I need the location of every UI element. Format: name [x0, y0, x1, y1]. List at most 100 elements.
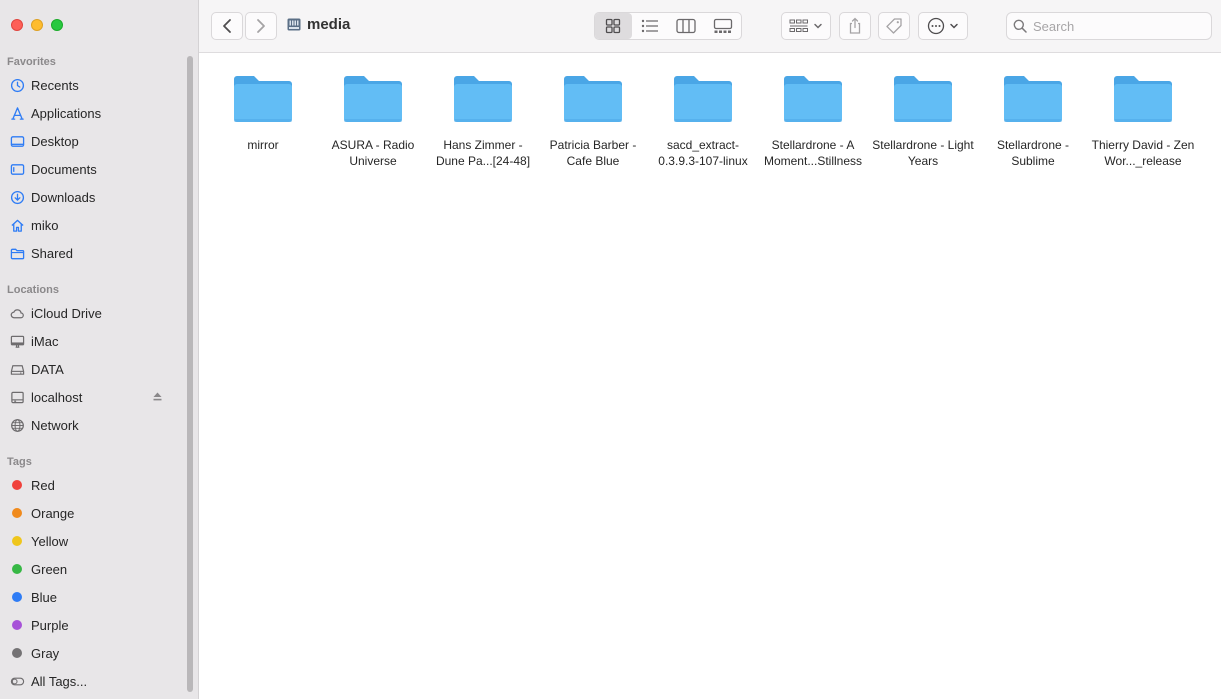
tags-button[interactable]: [878, 12, 910, 40]
tag-dot: [12, 620, 22, 630]
sidebar-item-data[interactable]: DATA: [9, 358, 181, 380]
sidebar-item-imac[interactable]: iMac: [9, 330, 181, 352]
sidebar-scrollbar[interactable]: [187, 56, 193, 692]
folder-label: Patricia Barber - Cafe Blue: [549, 138, 637, 168]
folder-label: Stellardrone - Sublime: [996, 138, 1070, 168]
column-view-button[interactable]: [668, 13, 705, 39]
sidebar-tag-yellow[interactable]: Yellow: [9, 530, 181, 552]
sidebar-item-label: localhost: [31, 389, 83, 405]
chevron-down-icon: [814, 23, 822, 29]
folder-item[interactable]: ASURA - Radio Universe: [321, 71, 425, 169]
sidebar-item-label: Shared: [31, 245, 73, 261]
window-title: media: [287, 16, 350, 33]
forward-button[interactable]: [245, 12, 277, 40]
tag-color-dot-icon: [9, 505, 25, 521]
gallery-icon: [713, 18, 732, 33]
sidebar-item-label: miko: [31, 217, 59, 233]
sidebar-item-label: iMac: [31, 333, 59, 349]
share-button[interactable]: [839, 12, 871, 40]
sidebar-item-label: iCloud Drive: [31, 305, 102, 321]
sidebar-item-icloud-drive[interactable]: iCloud Drive: [9, 302, 181, 324]
folder-icon: [894, 76, 952, 122]
search-field[interactable]: [1006, 12, 1212, 40]
tags-section-title: Tags: [7, 456, 32, 468]
sidebar-tag-green[interactable]: Green: [9, 558, 181, 580]
back-button[interactable]: [211, 12, 243, 40]
sidebar-item-localhost[interactable]: localhost: [9, 386, 181, 408]
sidebar-item-documents[interactable]: Documents: [9, 158, 181, 180]
sidebar-item-label: Network: [31, 417, 79, 433]
folder-item[interactable]: Hans Zimmer - Dune Pa...[24-48]: [431, 71, 535, 169]
server-icon: [9, 389, 25, 405]
tag-color-dot-icon: [9, 617, 25, 633]
sidebar-item-label: Orange: [31, 505, 75, 521]
close-window-button[interactable]: [11, 19, 23, 31]
toolbar: media: [199, 0, 1221, 53]
folder-icon: [564, 76, 622, 122]
folder-label: sacd_extract-0.3.9.3-107-linux: [658, 138, 748, 168]
sidebar-tag-purple[interactable]: Purple: [9, 614, 181, 636]
folder-item[interactable]: Thierry David - Zen Wor..._release: [1091, 71, 1195, 169]
folder-item[interactable]: Stellardrone - A Moment...Stillness: [761, 71, 865, 169]
tag-dot: [12, 648, 22, 658]
sidebar-item-label: Downloads: [31, 189, 96, 205]
group-by-button[interactable]: [781, 12, 831, 40]
tag-dot: [12, 508, 22, 518]
action-menu-button[interactable]: [918, 12, 968, 40]
folder-item[interactable]: mirror: [211, 71, 315, 153]
sidebar-item-label: Purple: [31, 617, 69, 633]
folder-label: mirror: [247, 138, 279, 152]
tag-color-dot-icon: [9, 477, 25, 493]
sidebar-tag-all-tags[interactable]: All Tags...: [9, 670, 181, 692]
sidebar-item-network[interactable]: Network: [9, 414, 181, 436]
sidebar-item-shared[interactable]: Shared: [9, 242, 181, 264]
sidebar-tag-red[interactable]: Red: [9, 474, 181, 496]
sidebar-item-desktop[interactable]: Desktop: [9, 130, 181, 152]
tag-color-dot-icon: [9, 589, 25, 605]
sidebar-item-label: Recents: [31, 77, 79, 93]
sidebar: Favorites Recents Applications Desktop D…: [0, 0, 199, 699]
folder-label: Hans Zimmer - Dune Pa...[24-48]: [435, 138, 531, 168]
zoom-window-button[interactable]: [51, 19, 63, 31]
download-icon: [9, 189, 25, 205]
sidebar-item-downloads[interactable]: Downloads: [9, 186, 181, 208]
tag-color-dot-icon: [9, 645, 25, 661]
folder-label: Thierry David - Zen Wor..._release: [1091, 138, 1195, 168]
folder-label: Stellardrone - Light Years: [872, 138, 974, 168]
group-grid-icon: [789, 19, 808, 32]
clock-icon: [9, 77, 25, 93]
tag-icon: [886, 18, 902, 34]
tag-color-dot-icon: [9, 533, 25, 549]
folder-icon: [784, 76, 842, 122]
cloud-icon: [9, 305, 25, 321]
list-view-button[interactable]: [632, 13, 669, 39]
tag-dot: [12, 592, 22, 602]
search-input[interactable]: [1033, 18, 1203, 34]
folder-item[interactable]: sacd_extract-0.3.9.3-107-linux: [651, 71, 755, 169]
folder-icon: [674, 76, 732, 122]
sidebar-tag-blue[interactable]: Blue: [9, 586, 181, 608]
home-icon: [9, 217, 25, 233]
folder-label: Stellardrone - A Moment...Stillness: [763, 138, 863, 168]
all-tags-icon: [9, 673, 25, 689]
sidebar-tag-orange[interactable]: Orange: [9, 502, 181, 524]
folder-item[interactable]: Stellardrone - Sublime: [981, 71, 1085, 169]
icon-view-button[interactable]: [595, 13, 632, 39]
sidebar-item-miko[interactable]: miko: [9, 214, 181, 236]
sidebar-item-recents[interactable]: Recents: [9, 74, 181, 96]
applications-icon: [9, 105, 25, 121]
folder-item[interactable]: Patricia Barber - Cafe Blue: [541, 71, 645, 169]
tag-dot: [12, 480, 22, 490]
eject-icon[interactable]: [152, 391, 163, 402]
chevron-right-icon: [257, 19, 265, 33]
globe-icon: [9, 417, 25, 433]
sidebar-item-label: Documents: [31, 161, 97, 177]
sidebar-item-applications[interactable]: Applications: [9, 102, 181, 124]
tag-color-dot-icon: [9, 561, 25, 577]
list-icon: [641, 19, 658, 33]
sidebar-tag-gray[interactable]: Gray: [9, 642, 181, 664]
folder-item[interactable]: Stellardrone - Light Years: [871, 71, 975, 169]
gallery-view-button[interactable]: [705, 13, 742, 39]
imac-icon: [9, 333, 25, 349]
minimize-window-button[interactable]: [31, 19, 43, 31]
